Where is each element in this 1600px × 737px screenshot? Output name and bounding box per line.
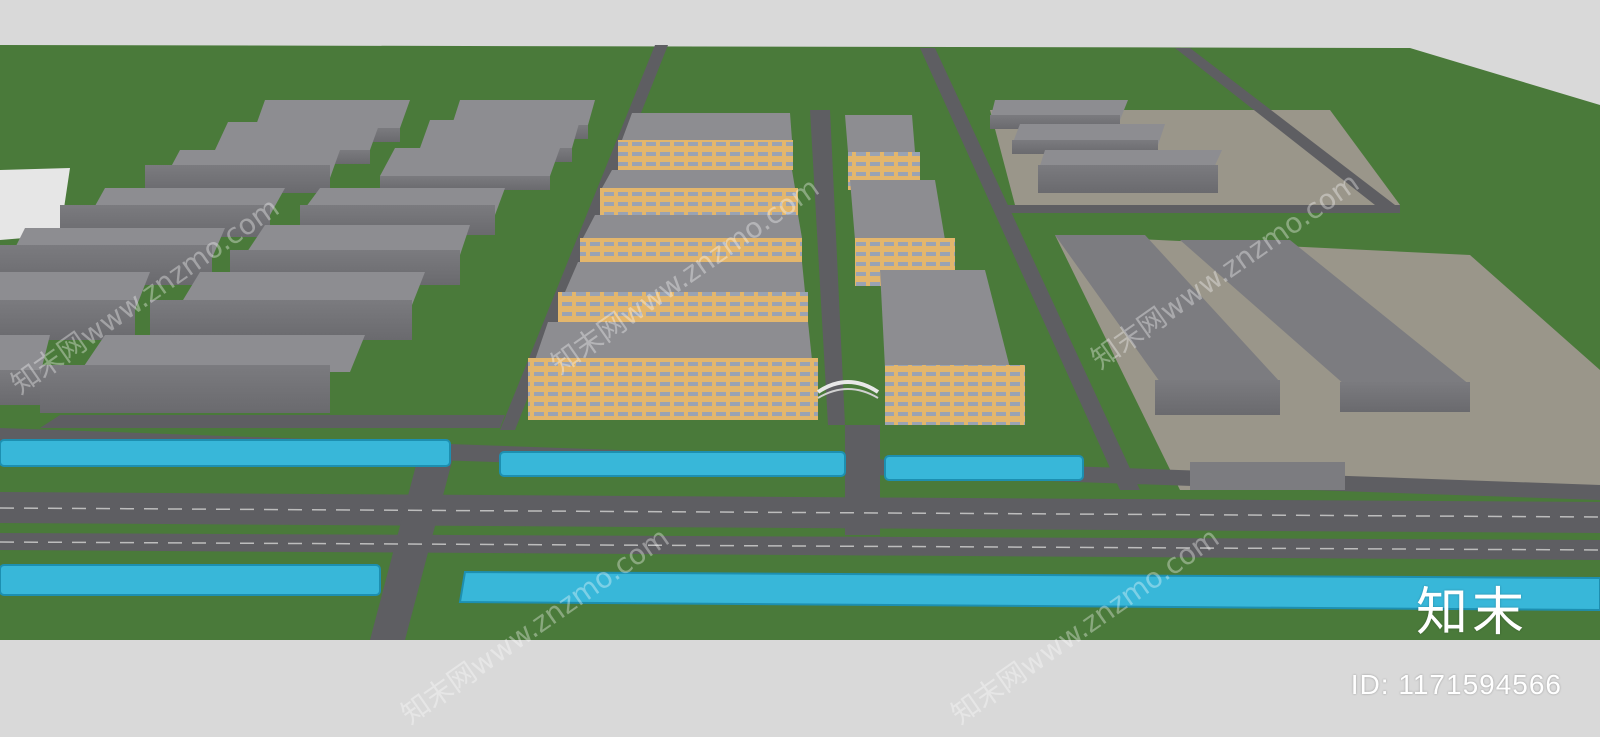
watermark-brand: 知末 <box>1415 583 1528 643</box>
watermark-id: ID: 1171594566 <box>1350 669 1562 700</box>
park-aerial-scene: 知末网www.znzmo.com 知末网www.znzmo.com 知末网www… <box>0 0 1600 737</box>
